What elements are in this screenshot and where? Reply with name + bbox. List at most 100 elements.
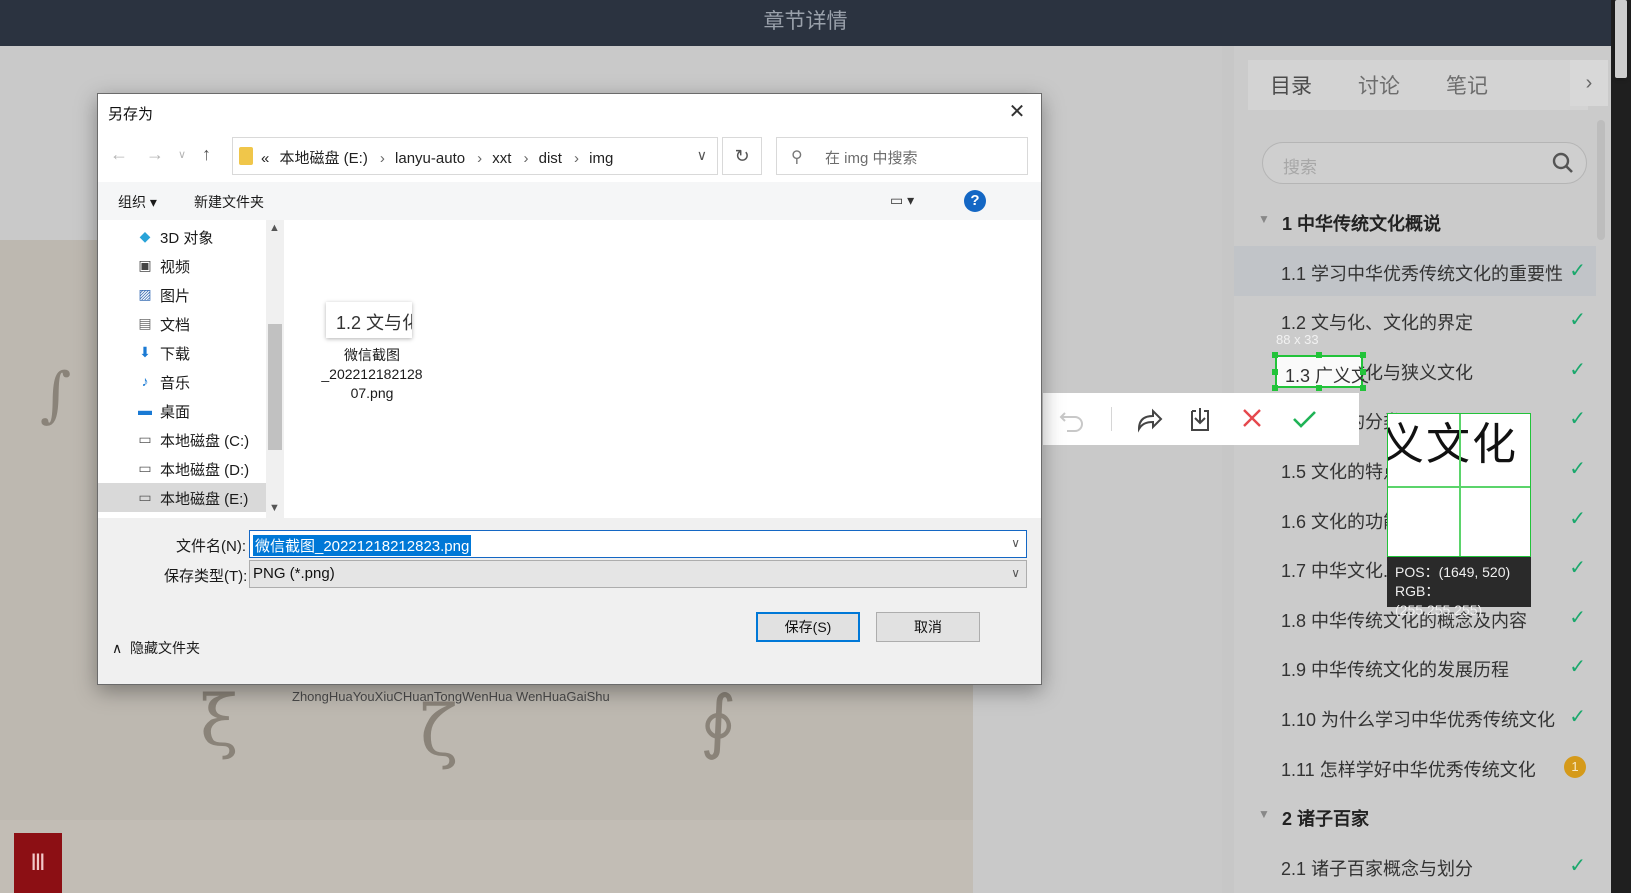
chevron-right-icon[interactable]: ›: [574, 150, 579, 167]
resize-handle[interactable]: [1316, 352, 1322, 358]
tab-catalog[interactable]: 目录: [1270, 70, 1312, 100]
chevron-right-icon[interactable]: ›: [477, 150, 482, 167]
nav-item[interactable]: ▭ 本地磁盘 (C:): [136, 425, 286, 454]
catalog-item[interactable]: 1.1 学习中华优秀传统文化的重要性 ✓: [1234, 245, 1596, 296]
nav-item[interactable]: ▭ 本地磁盘 (D:): [136, 454, 286, 483]
nav-item[interactable]: ♪ 音乐: [136, 367, 286, 396]
nav-item[interactable]: ▣ 视频: [136, 251, 286, 280]
up-arrow-icon[interactable]: ↑: [202, 144, 211, 165]
resize-handle[interactable]: [1360, 352, 1366, 358]
catalog-chapter[interactable]: ▼ 2 诸子百家: [1234, 791, 1596, 841]
search-icon[interactable]: [1552, 152, 1574, 174]
chevron-right-icon[interactable]: ›: [523, 150, 528, 167]
hide-folders-label: 隐藏文件夹: [130, 640, 201, 656]
catalog-scrollbar[interactable]: [1597, 120, 1605, 240]
resize-handle[interactable]: [1360, 369, 1366, 375]
catalog-item[interactable]: 2.1 诸子百家概念与划分 ✓: [1234, 841, 1596, 891]
file-name-line: 微信截图: [344, 347, 400, 363]
catalog-item-label: 1.11 怎样学好中华优秀传统文化: [1281, 759, 1536, 780]
breadcrumb-lanyu-auto[interactable]: lanyu-auto: [395, 150, 465, 167]
download-icon[interactable]: [1183, 403, 1217, 435]
catalog-tabs: 目录 讨论 笔记: [1248, 60, 1588, 110]
new-folder-button[interactable]: 新建文件夹: [194, 192, 264, 212]
chevron-down-icon[interactable]: ∨: [1011, 536, 1020, 550]
catalog-chapter[interactable]: ▼ 1 中华传统文化概说: [1234, 196, 1596, 246]
nav-item[interactable]: ▭ 本地磁盘 (E:): [98, 483, 266, 512]
help-icon[interactable]: ?: [964, 190, 986, 212]
window-scrollbar[interactable]: [1611, 0, 1631, 893]
resize-handle[interactable]: [1360, 385, 1366, 391]
collapse-triangle-icon[interactable]: ▼: [1258, 807, 1270, 821]
resize-handle[interactable]: [1272, 369, 1278, 375]
picture-icon: ▨: [138, 286, 152, 302]
collapse-triangle-icon[interactable]: ▼: [1258, 212, 1270, 226]
nav-item-label: 本地磁盘 (E:): [160, 491, 249, 508]
catalog-item[interactable]: 1.11 怎样学好中华优秀传统文化 1: [1234, 742, 1596, 792]
chevron-up-icon[interactable]: ▲: [269, 222, 280, 234]
confirm-icon[interactable]: [1287, 403, 1321, 435]
recent-locations-chevron-icon[interactable]: ∨: [178, 148, 186, 161]
breadcrumb-xxt[interactable]: xxt: [492, 150, 511, 167]
catalog-item[interactable]: 1.9 中华传统文化的发展历程 ✓: [1234, 642, 1596, 692]
pending-badge: 1: [1564, 755, 1586, 778]
nav-item[interactable]: ▨ 图片: [136, 280, 286, 309]
nav-item[interactable]: ◆ 3D 对象: [136, 222, 286, 251]
nav-item[interactable]: ⬇ 下载: [136, 338, 286, 367]
checkmark-icon: ✓: [1569, 656, 1586, 679]
filetype-select[interactable]: PNG (*.png) ∨: [249, 560, 1027, 588]
breadcrumb: « 本地磁盘 (E:) › lanyu-auto › xxt › dist › img: [261, 147, 619, 168]
desktop-icon: ▬: [138, 402, 152, 418]
checkmark-icon: ✓: [1569, 706, 1586, 728]
organize-menu[interactable]: 组织 ▾: [118, 192, 157, 212]
breadcrumb-overflow[interactable]: «: [261, 150, 269, 167]
address-bar[interactable]: « 本地磁盘 (E:) › lanyu-auto › xxt › dist › img …: [232, 137, 718, 175]
search-placeholder: 搜索: [1283, 158, 1317, 177]
navigation-scrollbar[interactable]: ▲ ▼: [266, 220, 284, 518]
scrollbar-thumb[interactable]: [268, 324, 282, 450]
capture-selection[interactable]: 1.3 广义文: [1275, 355, 1369, 388]
catalog-item[interactable]: 1.10 为什么学习中华优秀传统文化 ✓: [1234, 692, 1596, 742]
chevron-down-icon[interactable]: ∨: [697, 147, 707, 164]
cursor-position: POS：(1649, 520): [1395, 564, 1511, 580]
share-icon[interactable]: [1131, 403, 1165, 435]
cancel-button[interactable]: 取消: [876, 612, 980, 642]
breadcrumb-dist[interactable]: dist: [539, 150, 562, 167]
chevron-right-icon[interactable]: ›: [380, 150, 385, 167]
catalog-search-input[interactable]: 搜索: [1262, 142, 1587, 184]
refresh-icon[interactable]: ↻: [722, 137, 762, 175]
tab-notes[interactable]: 笔记: [1446, 70, 1488, 100]
tab-discussion[interactable]: 讨论: [1358, 70, 1400, 100]
resize-handle[interactable]: [1272, 352, 1278, 358]
checkmark-icon: ✓: [1569, 309, 1586, 332]
scrollbar-thumb[interactable]: [1615, 0, 1627, 78]
chevron-right-icon[interactable]: ›: [1570, 60, 1608, 106]
resize-handle[interactable]: [1272, 385, 1278, 391]
breadcrumb-img[interactable]: img: [589, 150, 613, 167]
undo-icon[interactable]: [1055, 403, 1089, 435]
nav-item[interactable]: ▬ 桌面: [136, 396, 286, 425]
magnifier-crosshair: [1459, 414, 1461, 556]
chevron-down-icon[interactable]: ▼: [269, 502, 280, 514]
selection-content: 1.3 广义文: [1285, 366, 1370, 386]
file-name-line: _202212182128: [321, 366, 423, 382]
view-options-icon[interactable]: ▭ ▾: [890, 192, 914, 209]
nav-item[interactable]: ▤ 文档: [136, 309, 286, 338]
resize-handle[interactable]: [1316, 385, 1322, 391]
breadcrumb-drive[interactable]: 本地磁盘 (E:): [280, 150, 368, 167]
back-arrow-icon[interactable]: ←: [110, 144, 128, 165]
chevron-down-icon[interactable]: ∨: [1011, 566, 1020, 580]
panel-divider[interactable]: [1222, 46, 1234, 893]
save-button[interactable]: 保存(S): [756, 612, 860, 642]
forward-arrow-icon[interactable]: →: [146, 144, 164, 165]
folder-search-input[interactable]: ⚲ 在 img 中搜索: [776, 137, 1028, 175]
hide-folders-toggle[interactable]: ∧ 隐藏文件夹: [112, 638, 200, 658]
file-name-label[interactable]: 微信截图 _202212182128 07.png: [310, 346, 434, 403]
file-thumbnail[interactable]: 1.2 文与化: [326, 302, 412, 338]
close-icon[interactable]: ✕: [1005, 100, 1029, 124]
download-icon: ⬇: [139, 344, 151, 360]
filename-input[interactable]: 微信截图_20221218212823.png ∨: [249, 530, 1027, 558]
catalog-item-label: 1.6 文化的功能: [1281, 511, 1402, 532]
red-seal-tile: Ⅲ: [14, 833, 62, 893]
video-icon: ▣: [138, 257, 152, 273]
cancel-icon[interactable]: [1235, 403, 1269, 435]
